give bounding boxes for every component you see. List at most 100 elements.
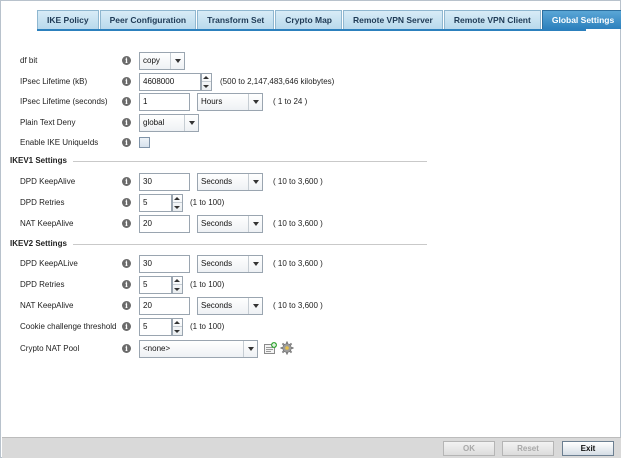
info-icon[interactable]: i [122, 198, 131, 207]
info-icon[interactable]: i [122, 138, 131, 147]
ikev1-nat-keepalive-unit-select[interactable]: Seconds [197, 215, 263, 233]
ikev2-dpd-keepalive-unit-select[interactable]: Seconds [197, 255, 263, 273]
ikev2-dpd-retries-input[interactable]: 5 [139, 276, 172, 294]
enable-ike-uniqueids-checkbox[interactable] [139, 137, 150, 148]
info-icon[interactable]: i [122, 77, 131, 86]
ikev2-dpd-keepalive-label: DPD KeepALive [20, 259, 78, 268]
stepper-up-icon[interactable] [173, 195, 182, 203]
df-bit-label: df bit [20, 56, 38, 65]
ikev2-dpd-retries-stepper[interactable] [172, 276, 183, 294]
ikev1-section-title: IKEV1 Settings [10, 156, 67, 165]
ikev1-dpd-retries-hint: (1 to 100) [190, 198, 225, 207]
ikev2-cookie-threshold-stepper[interactable] [172, 318, 183, 336]
plain-text-deny-label: Plain Text Deny [20, 118, 76, 127]
plain-text-deny-value: global [143, 118, 165, 127]
ikev2-dpd-keepalive-input[interactable]: 30 [139, 255, 190, 273]
ikev1-nat-keepalive-input[interactable]: 20 [139, 215, 190, 233]
ipsec-lifetime-sec-label: IPsec Lifetime (seconds) [20, 97, 108, 106]
reset-button[interactable]: Reset [502, 441, 554, 456]
ikev1-nat-keepalive-label: NAT KeepAlive [20, 219, 74, 228]
ikev1-dpd-retries-input[interactable]: 5 [139, 194, 172, 212]
ikev1-nat-keepalive-row: NAT KeepAlive i 20 Seconds ( 10 to 3,600… [1, 215, 621, 233]
tab-underline [37, 29, 586, 31]
chevron-down-icon [248, 174, 262, 190]
df-bit-select[interactable]: copy [139, 52, 185, 70]
ikev2-crypto-nat-pool-row: Crypto NAT Pool i <none> [1, 340, 621, 358]
ikev2-dpd-retries-hint: (1 to 100) [190, 280, 225, 289]
ikev2-nat-keepalive-label: NAT KeepAlive [20, 301, 74, 310]
info-icon[interactable]: i [122, 177, 131, 186]
stepper-down-icon[interactable] [173, 203, 182, 211]
button-bar: OK Reset Exit [2, 437, 621, 458]
ipsec-lifetime-kb-stepper[interactable] [201, 73, 212, 91]
chevron-down-icon [170, 53, 184, 69]
ipsec-lifetime-unit-value: Hours [201, 97, 223, 106]
tab-ike-policy[interactable]: IKE Policy [37, 10, 99, 29]
info-icon[interactable]: i [122, 97, 131, 106]
ipsec-lifetime-kb-label: IPsec Lifetime (kB) [20, 77, 88, 86]
global-settings-panel: IKE Policy Peer Configuration Transform … [0, 0, 621, 458]
ikev1-divider [73, 161, 427, 162]
ok-button[interactable]: OK [443, 441, 495, 456]
ikev2-cookie-threshold-input[interactable]: 5 [139, 318, 172, 336]
ikev2-cookie-threshold-hint: (1 to 100) [190, 322, 225, 331]
ikev2-nat-keepalive-hint: ( 10 to 3,600 ) [273, 301, 323, 310]
df-bit-value: copy [143, 56, 160, 65]
tab-global-settings[interactable]: Global Settings [541, 10, 621, 29]
ikev1-nat-keepalive-hint: ( 10 to 3,600 ) [273, 219, 323, 228]
ipsec-lifetime-sec-row: IPsec Lifetime (seconds) i 1 Hours ( 1 t… [1, 93, 621, 111]
ipsec-lifetime-kb-hint: (500 to 2,147,483,646 kilobytes) [220, 77, 335, 86]
info-icon[interactable]: i [122, 118, 131, 127]
ikev1-dpd-keepalive-row: DPD KeepAlive i 30 Seconds ( 10 to 3,600… [1, 173, 621, 191]
info-icon[interactable]: i [122, 301, 131, 310]
ikev2-dpd-retries-row: DPD Retries i 5 (1 to 100) [1, 276, 621, 294]
ikev2-nat-keepalive-unit-value: Seconds [201, 301, 233, 310]
stepper-up-icon[interactable] [202, 74, 211, 82]
tab-peer-configuration[interactable]: Peer Configuration [99, 10, 197, 29]
ikev1-dpd-retries-row: DPD Retries i 5 (1 to 100) [1, 194, 621, 212]
plain-text-deny-select[interactable]: global [139, 114, 199, 132]
stepper-down-icon[interactable] [202, 82, 211, 90]
ikev2-nat-keepalive-unit-select[interactable]: Seconds [197, 297, 263, 315]
info-icon[interactable]: i [122, 344, 131, 353]
ikev1-dpd-keepalive-unit-value: Seconds [201, 177, 233, 186]
ipsec-lifetime-kb-input[interactable]: 4608000 [139, 73, 201, 91]
ikev1-dpd-keepalive-label: DPD KeepAlive [20, 177, 76, 186]
ikev1-dpd-keepalive-unit-select[interactable]: Seconds [197, 173, 263, 191]
ikev2-cookie-threshold-label: Cookie challenge threshold [20, 322, 117, 331]
ikev2-dpd-keepalive-row: DPD KeepALive i 30 Seconds ( 10 to 3,600… [1, 255, 621, 273]
ikev2-nat-keepalive-row: NAT KeepAlive i 20 Seconds ( 10 to 3,600… [1, 297, 621, 315]
stepper-down-icon[interactable] [173, 285, 182, 293]
gear-icon[interactable] [280, 341, 294, 355]
chevron-down-icon [248, 94, 262, 110]
ikev2-nat-keepalive-input[interactable]: 20 [139, 297, 190, 315]
info-icon[interactable]: i [122, 280, 131, 289]
ikev1-dpd-keepalive-input[interactable]: 30 [139, 173, 190, 191]
stepper-up-icon[interactable] [173, 277, 182, 285]
ipsec-lifetime-unit-select[interactable]: Hours [197, 93, 263, 111]
chevron-down-icon [248, 298, 262, 314]
add-pool-icon[interactable] [264, 342, 277, 354]
tab-remote-vpn-client[interactable]: Remote VPN Client [443, 10, 541, 29]
stepper-up-icon[interactable] [173, 319, 182, 327]
tab-transform-set[interactable]: Transform Set [197, 10, 275, 29]
ikev2-cookie-threshold-row: Cookie challenge threshold i 5 (1 to 100… [1, 318, 621, 336]
exit-button[interactable]: Exit [562, 441, 614, 456]
tab-crypto-map[interactable]: Crypto Map [275, 10, 342, 29]
stepper-down-icon[interactable] [173, 327, 182, 335]
ikev2-dpd-retries-label: DPD Retries [20, 280, 65, 289]
ipsec-lifetime-sec-input[interactable]: 1 [139, 93, 190, 111]
info-icon[interactable]: i [122, 56, 131, 65]
df-bit-row: df bit i copy [1, 52, 621, 70]
enable-ike-uniqueids-row: Enable IKE UniqueIds i [1, 134, 621, 152]
ikev2-divider [73, 244, 427, 245]
info-icon[interactable]: i [122, 219, 131, 228]
info-icon[interactable]: i [122, 322, 131, 331]
info-icon[interactable]: i [122, 259, 131, 268]
crypto-nat-pool-select[interactable]: <none> [139, 340, 258, 358]
chevron-down-icon [184, 115, 198, 131]
ikev1-dpd-retries-stepper[interactable] [172, 194, 183, 212]
ipsec-lifetime-kb-row: IPsec Lifetime (kB) i 4608000 (500 to 2,… [1, 73, 621, 91]
chevron-down-icon [248, 256, 262, 272]
tab-remote-vpn-server[interactable]: Remote VPN Server [343, 10, 443, 29]
